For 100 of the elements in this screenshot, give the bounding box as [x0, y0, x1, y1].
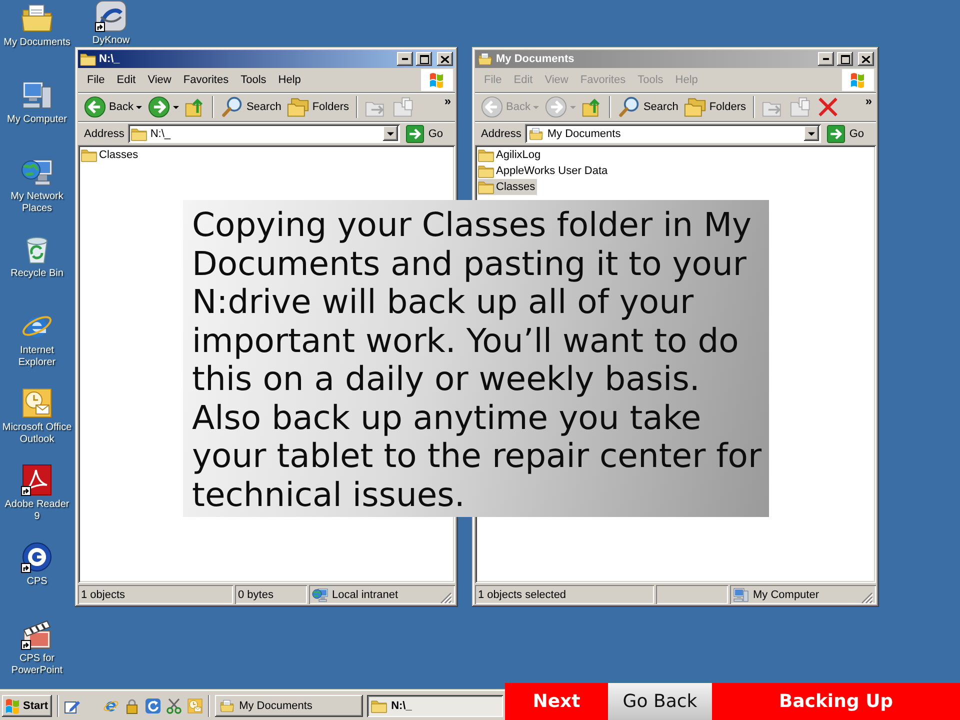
document-folder-icon: [477, 52, 493, 66]
document-folder-icon: [21, 2, 53, 34]
computer-icon: [20, 79, 53, 111]
document-folder-icon: [219, 698, 236, 712]
dropdown-button[interactable]: [804, 126, 820, 141]
desktop-shortcut[interactable]: Internet Explorer: [2, 308, 72, 369]
go-button[interactable]: Go: [404, 122, 451, 144]
desktop-shortcut[interactable]: My Network Places: [2, 154, 72, 215]
folder-item[interactable]: AppleWorks User Data: [478, 163, 610, 179]
search-icon: [221, 96, 244, 118]
status-text: Local intranet: [332, 588, 398, 600]
refresh-icon[interactable]: [145, 698, 162, 714]
folders-button[interactable]: Folders: [284, 95, 352, 119]
folder-up-icon: [185, 97, 206, 117]
folder-item[interactable]: AgilixLog: [478, 147, 543, 163]
desktop-shortcut[interactable]: My Computer: [6, 77, 67, 126]
section-banner: Backing Up: [712, 683, 960, 720]
search-button[interactable]: Search: [218, 95, 284, 119]
clock-tile-icon: [21, 387, 53, 419]
folder-copy-icon: [393, 96, 416, 118]
go-arrow-icon: [827, 124, 846, 142]
folders-icon: [684, 96, 706, 118]
resize-grip-icon: [861, 592, 873, 604]
minimize-button[interactable]: [397, 52, 413, 66]
menu-item[interactable]: Edit: [110, 71, 142, 89]
window-title: N:\_: [99, 53, 121, 65]
folder-icon: [80, 52, 96, 66]
resize-grip-icon: [440, 592, 452, 604]
minimize-icon: [823, 58, 829, 60]
search-button[interactable]: Search: [615, 95, 682, 119]
arrow-right-icon: [148, 96, 170, 118]
desktop-shortcut[interactable]: CPS for PowerPoint: [2, 616, 72, 677]
padlock-icon[interactable]: [124, 698, 140, 714]
desktop-shortcut[interactable]: Recycle Bin: [10, 231, 64, 280]
dropdown-button[interactable]: [383, 126, 398, 141]
minimize-button[interactable]: [818, 52, 834, 66]
nav-button[interactable]: Go Back: [608, 683, 712, 720]
folder-icon: [371, 698, 388, 712]
arrow-left-icon: [481, 96, 503, 118]
desktop-shortcut[interactable]: My Documents: [4, 0, 70, 49]
scissors-icon[interactable]: [166, 698, 182, 714]
close-button[interactable]: [858, 52, 874, 66]
folder-item[interactable]: Classes: [81, 147, 140, 163]
status-text: 1 objects: [81, 588, 126, 600]
status-section: [656, 585, 728, 604]
address-field[interactable]: My Documents: [525, 124, 822, 143]
cross-icon: [818, 97, 838, 117]
swoosh-tile-icon: [95, 0, 127, 32]
taskbar-button[interactable]: My Documents: [215, 694, 364, 716]
folder-icon: [478, 180, 494, 194]
clock-tile-icon[interactable]: [187, 698, 204, 714]
arrow-left-icon: [84, 96, 106, 118]
menu-item[interactable]: File: [81, 71, 111, 89]
desktop-shortcut[interactable]: DyKnow: [92, 0, 130, 46]
search-icon: [618, 96, 640, 118]
nav-button[interactable]: Next: [505, 683, 608, 720]
arrow-right-icon: [545, 96, 568, 118]
menu-item[interactable]: Help: [272, 71, 307, 89]
folders-button[interactable]: Folders: [681, 95, 750, 119]
close-button[interactable]: [437, 52, 453, 66]
callout-text: Copying your Classes folder in My Documents and pasting it to your N:drive will back up all of your important work. You’ll want to do this on a daily or weekly basis. Also back up anytime you take your tablet to the repair center for technical issues.: [192, 206, 762, 514]
caret-icon: [173, 106, 180, 108]
flag-icon: [5, 698, 20, 714]
close-icon: [862, 56, 870, 62]
clapperboard-icon: [21, 618, 53, 650]
maximize-button[interactable]: [416, 52, 432, 66]
toolbar-overflow-button[interactable]: »: [444, 95, 451, 107]
menu-item[interactable]: Tools: [234, 71, 272, 89]
status-text: 1 objects selected: [478, 588, 566, 600]
back-button[interactable]: Back: [81, 95, 146, 119]
minimize-icon: [402, 58, 408, 60]
caret-icon: [387, 132, 394, 136]
ring-disc-icon: [21, 541, 53, 573]
caret-icon: [570, 106, 576, 108]
folder-icon: [478, 164, 494, 178]
caret-icon: [808, 132, 816, 136]
folder-icon: [81, 148, 97, 162]
folders-icon: [287, 96, 310, 118]
taskbar-button[interactable]: N:\_: [367, 694, 504, 716]
status-text: My Computer: [753, 588, 820, 600]
desktop-shortcut[interactable]: CPS: [21, 539, 53, 588]
menu-item[interactable]: Favorites: [177, 71, 235, 89]
folder-icon: [478, 148, 494, 162]
address-field[interactable]: N:\_: [128, 124, 400, 143]
menu-item[interactable]: View: [142, 71, 178, 89]
globe-computer-icon: [312, 586, 328, 602]
maximize-icon: [420, 54, 428, 64]
go-button[interactable]: Go: [825, 122, 872, 144]
toolbar-overflow-button[interactable]: »: [865, 95, 872, 107]
desktop-shortcut[interactable]: Microsoft Office Outlook: [2, 385, 72, 446]
start-button[interactable]: Start: [2, 694, 52, 716]
folder-item[interactable]: Classes: [478, 179, 538, 195]
desktop-shortcut[interactable]: Adobe Reader 9: [2, 462, 72, 523]
status-text: 0 bytes: [238, 588, 274, 600]
swirl-tile-icon: [21, 464, 53, 496]
window-title: My Documents: [496, 53, 576, 65]
maximize-icon: [840, 54, 850, 64]
folder-copy-icon: [790, 96, 812, 118]
maximize-button[interactable]: [837, 52, 853, 66]
address-label: Address: [481, 128, 522, 140]
